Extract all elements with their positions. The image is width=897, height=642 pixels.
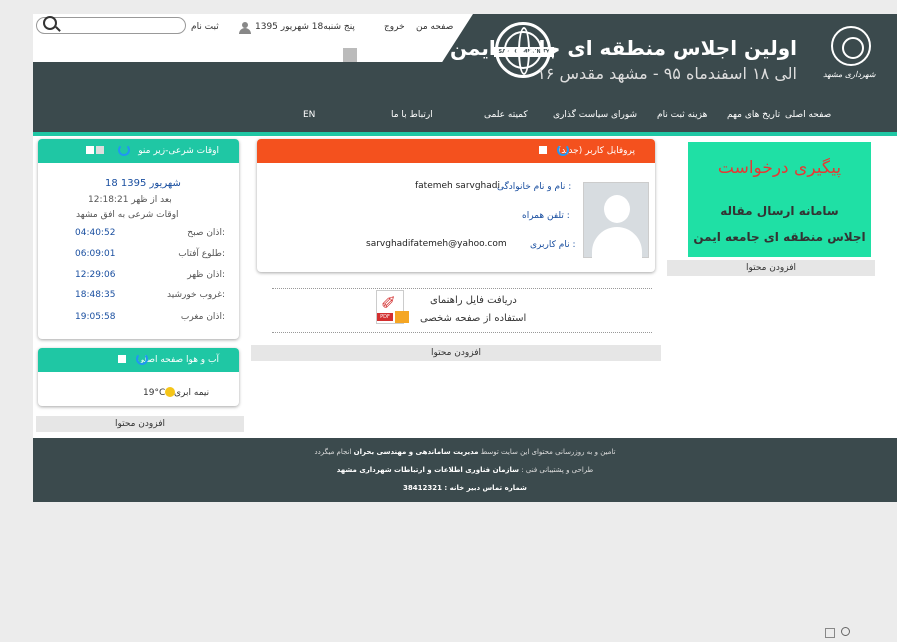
footer-line3: شماره تماس دبیر خانه : 38412321 [403, 484, 527, 492]
prayer-row: 19:05:58 اذان مغرب: [75, 312, 225, 322]
footer-line1: تامین و به روزرسانی محتوای این سایت توسط… [314, 448, 616, 456]
search-input[interactable] [36, 16, 186, 34]
site-header: ثبت نام پنج شنبه18 شهریور 1395 خروج صفحه… [33, 14, 897, 136]
minimize-icon[interactable] [118, 355, 126, 363]
download-icon [395, 311, 409, 323]
nav-scientific-committee[interactable]: کمیته علمی [484, 110, 528, 120]
refresh-icon[interactable] [557, 144, 569, 156]
prayer-row: 06:09:01 طلوع آفتاب: [75, 249, 225, 259]
emblem-text: شهرداری مشهد [823, 70, 876, 79]
refresh-icon[interactable] [118, 144, 130, 156]
pdf-icon[interactable]: ✐ PDF [376, 290, 409, 324]
prayer-time-now: 12:18:21 بعد از ظهر [88, 195, 172, 205]
municipality-emblem-icon [831, 26, 871, 66]
avatar[interactable] [343, 48, 357, 62]
prayer-horizon-title[interactable]: اوقات شرعی به افق مشهد [76, 210, 179, 220]
promo-title: پیگیری درخواست [717, 158, 842, 178]
add-content-center[interactable]: افزودن محتوا [251, 345, 661, 361]
weather-condition: نیمه ابری [174, 388, 210, 398]
status-bar-icons [825, 626, 865, 642]
nav-english[interactable]: EN [303, 110, 315, 120]
site-subtitle: ۱۶ الی ۱۸ اسفندماه ۹۵ - مشهد مقدس [537, 64, 797, 83]
footer-line2: طراحی و پشتیبانی فنی : سازمان فناوری اطل… [336, 466, 594, 474]
date-text: پنج شنبه18 شهریور 1395 [255, 22, 355, 32]
request-tracking-banner[interactable]: پیگیری درخواست سامانه ارسال مقاله اجلاس … [688, 142, 871, 257]
nav-home[interactable]: صفحه اصلی [785, 110, 831, 120]
top-strip: ثبت نام پنج شنبه18 شهریور 1395 خروج صفحه… [33, 14, 473, 62]
my-page-link[interactable]: صفحه من [416, 22, 453, 32]
checkbox-icon[interactable] [825, 628, 835, 638]
nav-important-dates[interactable]: تاریخ های مهم [727, 110, 780, 120]
prayer-header-title: اوقات شرعی-زیر منو [138, 146, 219, 156]
user-icon [239, 22, 251, 34]
divider [272, 288, 652, 289]
add-content-left[interactable]: افزودن محتوا [36, 416, 244, 432]
prayer-date: 18 شهریور 1395 [105, 178, 181, 189]
name-label: نام و نام خانوادگی : [497, 182, 572, 192]
prayer-row: 18:48:35 غروب خورشید: [75, 290, 225, 300]
username-value: sarvghadifatemeh@yahoo.com [366, 239, 507, 249]
register-link[interactable]: ثبت نام [191, 22, 219, 32]
add-content-right[interactable]: افزودن محتوا [667, 260, 875, 276]
username-label: نام کاربری : [530, 240, 576, 250]
prayer-box-header: اوقات شرعی-زیر منو [38, 139, 239, 163]
refresh-icon[interactable] [136, 353, 148, 365]
divider [272, 332, 652, 333]
phone-label: تلفن همراه : [522, 211, 570, 221]
pdf-tag: PDF [377, 313, 393, 321]
name-value: fatemeh sarvghadi [415, 181, 500, 191]
search-icon[interactable] [43, 16, 57, 30]
sun-cloud-icon [165, 387, 175, 397]
prayer-row: 12:29:06 اذان ظهر: [75, 270, 225, 280]
download-guide-line2[interactable]: استفاده از صفحه شخصی [420, 313, 526, 324]
weather-box-header: آب و هوا صفحه اصلی [38, 348, 239, 372]
minimize-icon[interactable] [86, 146, 94, 154]
profile-avatar [583, 182, 649, 259]
minimize-icon[interactable] [539, 146, 547, 154]
search-icon[interactable] [841, 627, 850, 636]
logout-link[interactable]: خروج [384, 22, 405, 32]
weather-temp: 19°C [143, 388, 166, 398]
download-guide-line1[interactable]: دریافت فایل راهنمای [430, 295, 517, 306]
site-footer: تامین و به روزرسانی محتوای این سایت توسط… [33, 438, 897, 502]
weather-header-title: آب و هوا صفحه اصلی [136, 355, 219, 365]
profile-header-title: پروفایل کاربر (جدید) [557, 146, 635, 156]
nav-contact[interactable]: ارتباط با ما [391, 110, 433, 120]
nav-registration-fee[interactable]: هزینه ثبت نام [657, 110, 707, 120]
promo-line2: سامانه ارسال مقاله [720, 204, 839, 218]
site-title: اولین اجلاس منطقه ای جامعه ایمن [449, 36, 797, 60]
profile-box-header: پروفایل کاربر (جدید) [257, 139, 655, 163]
prayer-row: 04:40:52 اذان صبح: [75, 228, 225, 238]
close-icon[interactable] [96, 146, 104, 154]
promo-line3: اجلاس منطقه ای جامعه ایمن [693, 230, 866, 244]
nav-policy-council[interactable]: شورای سیاست گذاری [553, 110, 637, 120]
